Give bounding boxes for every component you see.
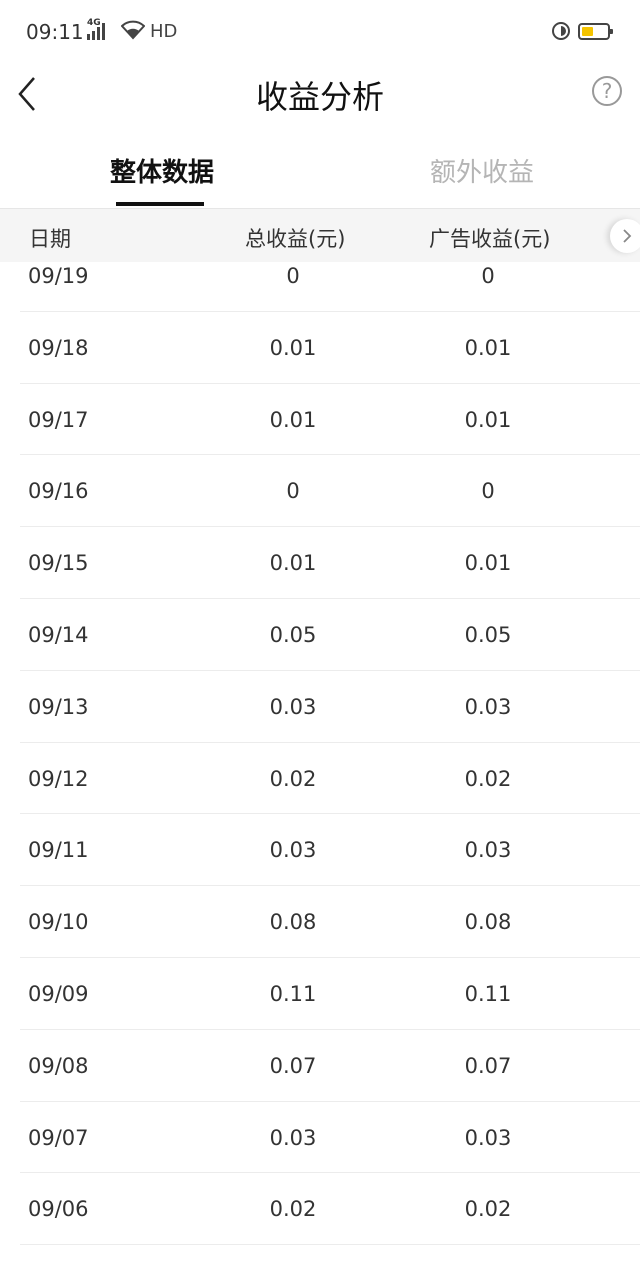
cell-total-earnings: 0.02 xyxy=(269,1197,317,1222)
cell-total-earnings: 0.01 xyxy=(269,551,317,576)
cell-ad-earnings: 0.02 xyxy=(464,1197,512,1222)
hd-indicator: HD xyxy=(150,21,178,42)
table-row: 09/13 0.03 0.03 xyxy=(20,671,640,743)
tab-extra-earnings[interactable]: 额外收益 xyxy=(430,152,534,189)
cell-total-earnings: 0.03 xyxy=(269,694,317,719)
cell-date: 09/12 xyxy=(28,766,89,791)
table-row: 09/07 0.03 0.03 xyxy=(20,1102,640,1174)
table-row: 09/15 0.01 0.01 xyxy=(20,527,640,599)
table-row: 09/14 0.05 0.05 xyxy=(20,599,640,671)
table-row: 09/12 0.02 0.02 xyxy=(20,743,640,815)
column-header-date: 日期 xyxy=(29,227,71,251)
cell-ad-earnings: 0.07 xyxy=(464,1053,512,1078)
column-header-ad-earnings: 广告收益(元) xyxy=(429,227,551,251)
cell-date: 09/11 xyxy=(28,838,89,863)
scroll-right-button[interactable] xyxy=(610,219,640,253)
battery-icon xyxy=(578,23,613,40)
cell-date: 09/08 xyxy=(28,1053,89,1078)
status-bar: 09:11 4G HD xyxy=(0,0,640,64)
cell-total-earnings: 0 xyxy=(286,479,300,504)
network-type: 4G xyxy=(87,18,101,28)
status-time: 09:11 xyxy=(26,20,84,44)
table-row: 09/09 0.11 0.11 xyxy=(20,958,640,1030)
tab-bar: 整体数据 额外收益 xyxy=(0,140,640,208)
cell-date: 09/10 xyxy=(28,910,89,935)
alarm-ring-icon xyxy=(552,22,570,40)
cell-date: 09/16 xyxy=(28,479,89,504)
cell-date: 09/13 xyxy=(28,694,89,719)
cell-date: 09/14 xyxy=(28,623,89,647)
cell-date: 09/09 xyxy=(28,982,89,1006)
cell-total-earnings: 0.02 xyxy=(269,766,317,791)
cell-total-earnings: 0 xyxy=(286,264,300,288)
cell-date: 09/17 xyxy=(28,407,89,432)
cell-date: 09/07 xyxy=(28,1125,89,1150)
help-icon[interactable]: ? xyxy=(592,76,622,106)
cell-total-earnings: 0.07 xyxy=(269,1053,317,1078)
cell-ad-earnings: 0.05 xyxy=(464,623,512,647)
cell-total-earnings: 0.01 xyxy=(269,407,317,432)
chevron-right-icon xyxy=(623,229,632,243)
table-row: 09/06 0.02 0.02 xyxy=(20,1173,640,1246)
cell-date: 09/06 xyxy=(28,1197,89,1222)
cell-ad-earnings: 0.08 xyxy=(464,910,512,935)
cell-date: 09/19 xyxy=(28,264,89,288)
cell-ad-earnings: 0.01 xyxy=(464,407,512,432)
cell-total-earnings: 0.08 xyxy=(269,910,317,935)
table-row: 09/11 0.03 0.03 xyxy=(20,814,640,887)
table-row: 09/17 0.01 0.01 xyxy=(20,384,640,456)
wifi-icon xyxy=(121,20,145,40)
earnings-table-body[interactable]: 09/19 0 0 09/18 0.01 0.01 09/17 0.01 0.01 09/16 0 0… xyxy=(0,240,640,1269)
cell-ad-earnings: 0.11 xyxy=(464,982,512,1006)
cell-date: 09/18 xyxy=(28,335,89,360)
cell-ad-earnings: 0.01 xyxy=(464,335,512,360)
active-tab-indicator xyxy=(116,202,204,206)
cell-total-earnings: 0.03 xyxy=(269,838,317,863)
cell-ad-earnings: 0.03 xyxy=(464,694,512,719)
column-header-total-earnings: 总收益(元) xyxy=(245,227,346,251)
cell-ad-earnings: 0 xyxy=(481,479,495,504)
battery-level xyxy=(582,27,593,36)
table-row: 09/08 0.07 0.07 xyxy=(20,1030,640,1102)
table-row: 09/10 0.08 0.08 xyxy=(20,886,640,958)
table-row: 09/16 0 0 xyxy=(20,455,640,528)
cell-ad-earnings: 0.01 xyxy=(464,551,512,576)
cell-ad-earnings: 0 xyxy=(481,264,495,288)
cell-total-earnings: 0.03 xyxy=(269,1125,317,1150)
table-row: 09/18 0.01 0.01 xyxy=(20,312,640,384)
cell-total-earnings: 0.11 xyxy=(269,982,317,1006)
cell-total-earnings: 0.05 xyxy=(269,623,317,647)
cellular-signal-icon: 4G xyxy=(87,18,105,40)
tab-overall-data[interactable]: 整体数据 xyxy=(110,152,214,189)
navigation-bar: 收益分析 ? xyxy=(0,64,640,124)
cell-ad-earnings: 0.03 xyxy=(464,1125,512,1150)
cell-total-earnings: 0.01 xyxy=(269,335,317,360)
cell-ad-earnings: 0.03 xyxy=(464,838,512,863)
table-header: 日期 总收益(元) 广告收益(元) xyxy=(0,208,640,262)
page-title: 收益分析 xyxy=(255,78,384,116)
cell-date: 09/15 xyxy=(28,551,89,576)
cell-ad-earnings: 0.02 xyxy=(464,766,512,791)
